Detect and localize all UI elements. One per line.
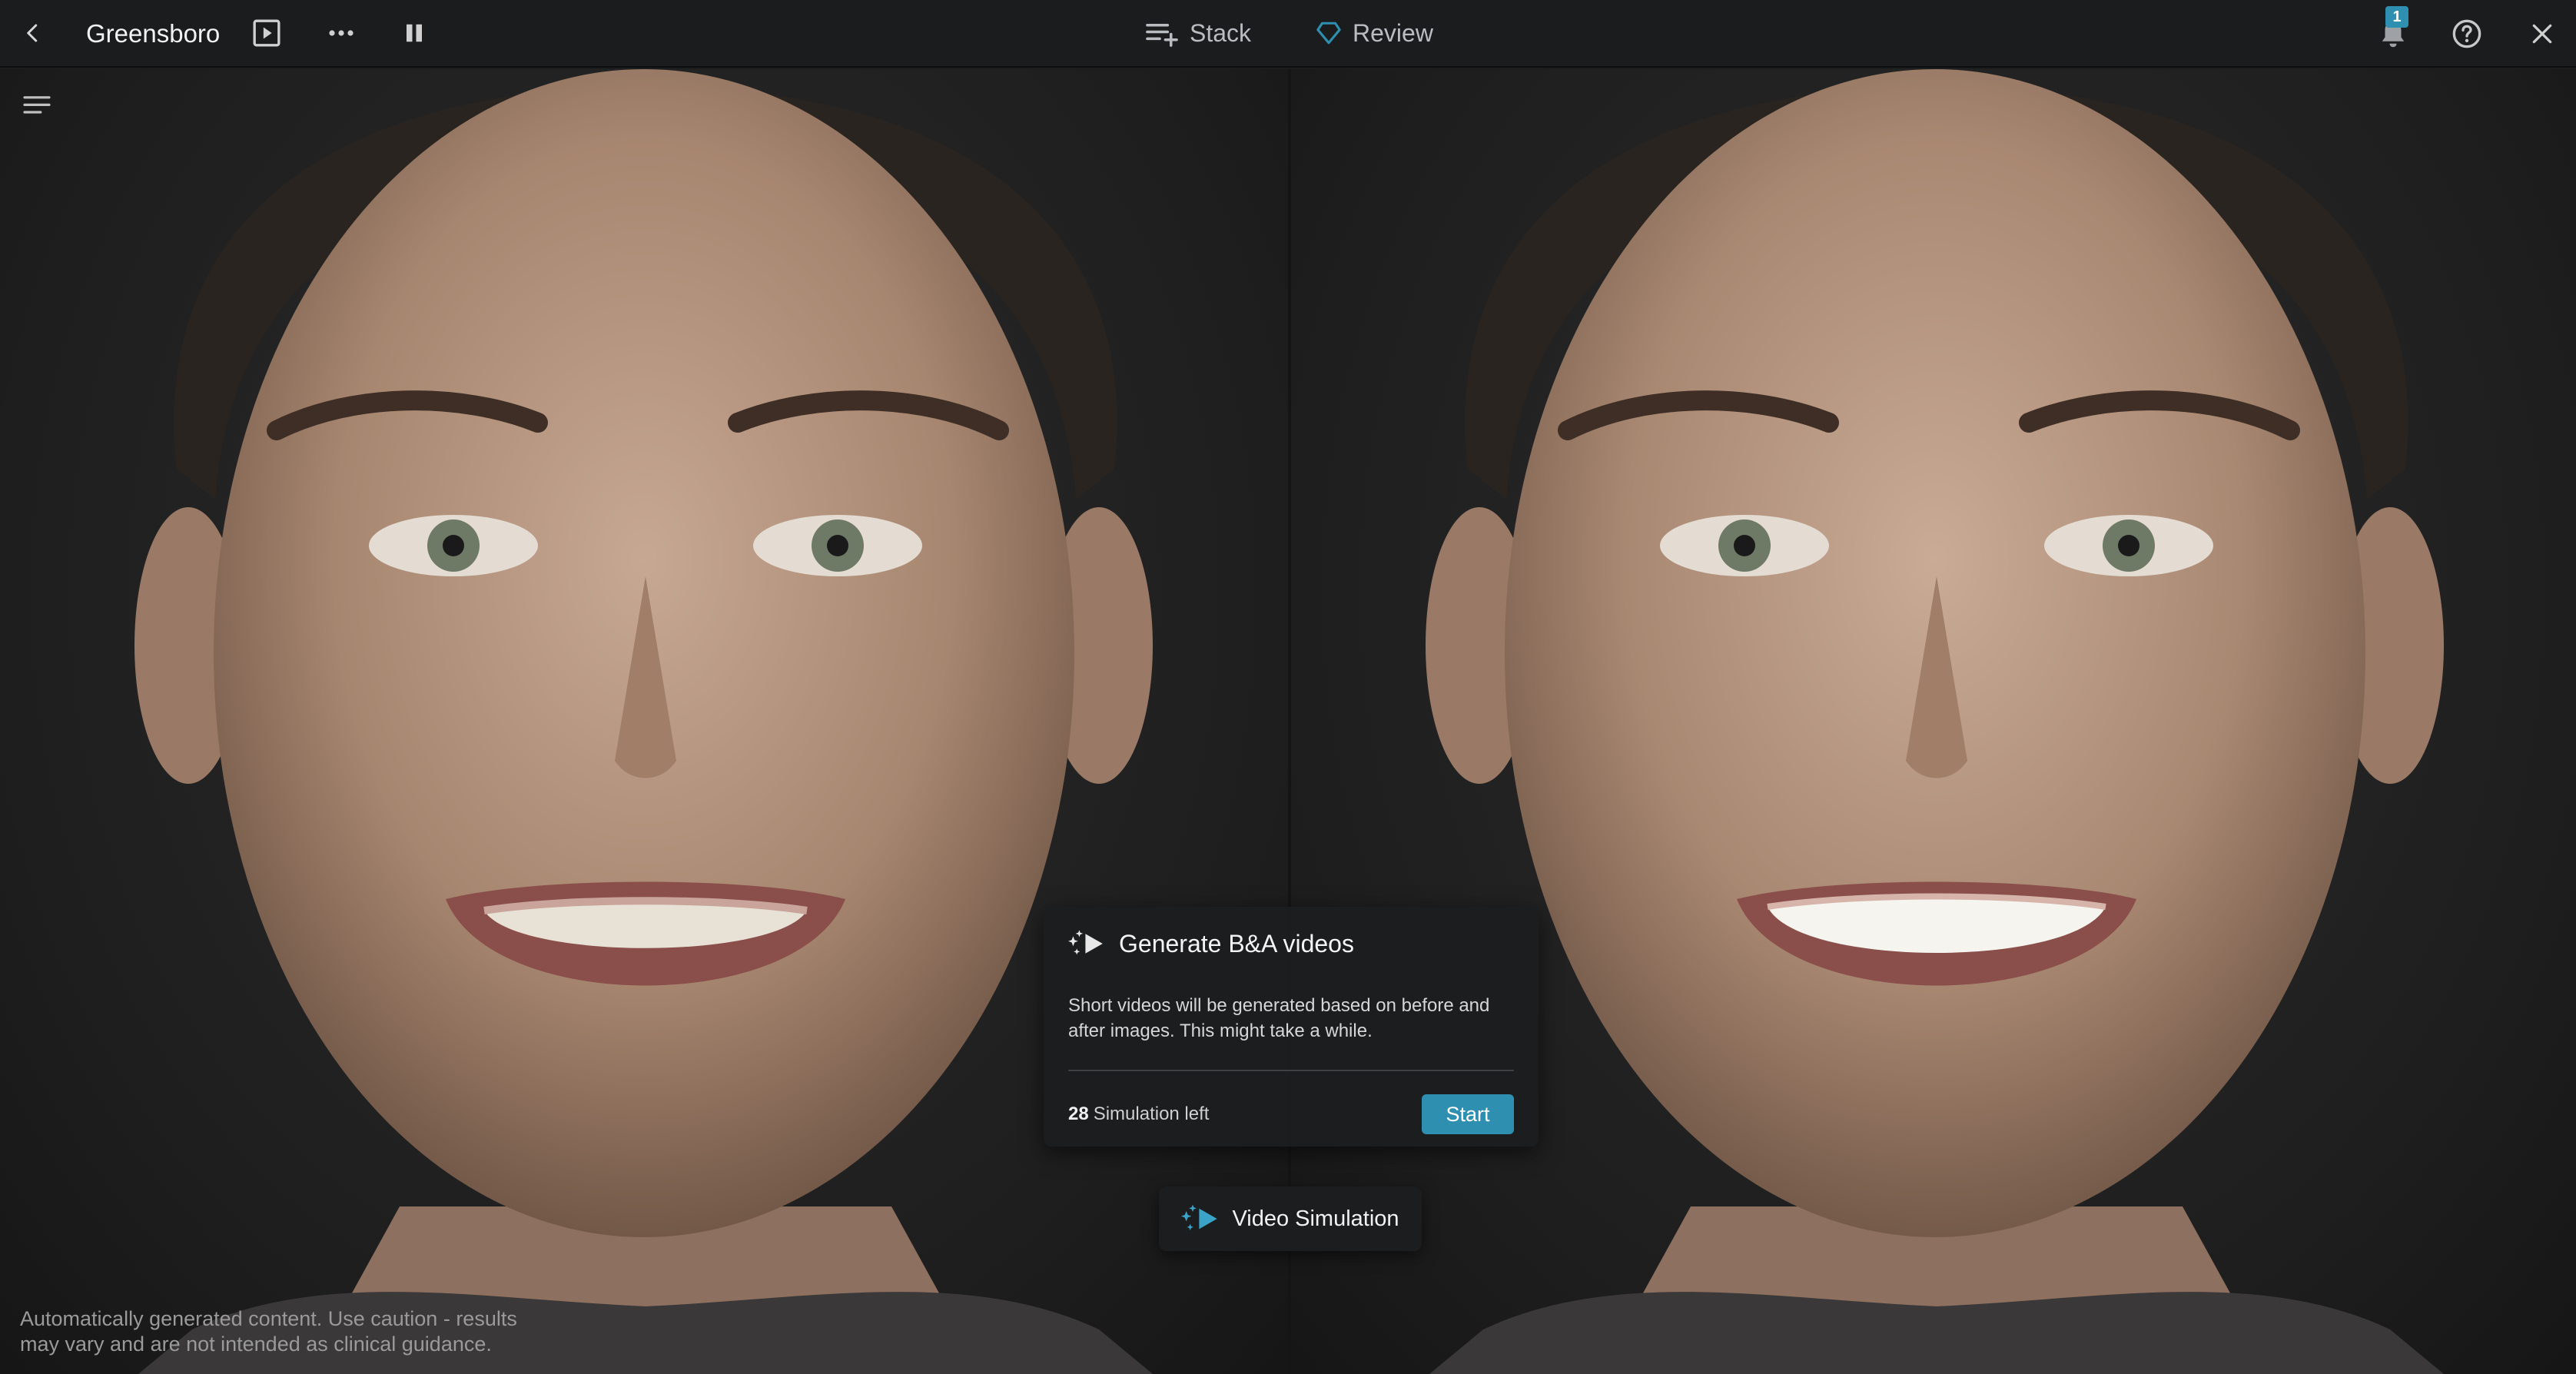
start-button[interactable]: Start	[1422, 1094, 1514, 1134]
pause-icon	[407, 24, 422, 42]
panel-footer: 28 Simulation left Start	[1068, 1094, 1514, 1134]
close-button[interactable]	[2522, 14, 2562, 54]
panel-divider	[1068, 1070, 1514, 1071]
stack-button[interactable]: Stack	[1145, 14, 1251, 52]
help-icon	[2452, 19, 2481, 48]
after-face-illustration	[1426, 69, 2444, 1374]
panel-title: Generate B&A videos	[1119, 929, 1354, 957]
more-button[interactable]	[323, 15, 360, 51]
back-arrow-icon	[27, 24, 38, 42]
top-bar: Greensboro Stack Review 1	[0, 0, 2576, 68]
disclaimer-text: Automatically generated content. Use cau…	[20, 1307, 517, 1356]
comparison-canvas	[0, 69, 2576, 1374]
play-button[interactable]	[249, 15, 284, 51]
review-diamond-icon	[1316, 22, 1341, 45]
play-icon	[253, 19, 281, 47]
notification-badge: 1	[2385, 6, 2408, 28]
simulations-remaining: 28 Simulation left	[1068, 1104, 1209, 1125]
review-button[interactable]: Review	[1316, 14, 1433, 52]
stack-icon	[1146, 23, 1178, 47]
simulation-count: 28	[1068, 1104, 1089, 1124]
help-button[interactable]	[2447, 14, 2487, 54]
sparkle-play-icon	[1181, 1204, 1218, 1230]
video-simulation-label: Video Simulation	[1232, 1206, 1399, 1231]
sparkle-play-icon	[1068, 930, 1103, 955]
before-image	[0, 69, 1288, 1374]
after-image	[1291, 69, 2576, 1374]
panel-description: Short videos will be generated based on …	[1068, 995, 1490, 1041]
generate-videos-panel: Generate B&A videos Short videos will be…	[1044, 907, 1539, 1147]
review-label: Review	[1353, 18, 1433, 47]
menu-lines-icon	[23, 96, 51, 114]
more-icon	[329, 30, 354, 36]
video-simulation-button[interactable]: Video Simulation	[1159, 1186, 1422, 1251]
stack-label: Stack	[1190, 18, 1252, 47]
back-button[interactable]	[15, 15, 51, 51]
panel-header: Generate B&A videos	[1068, 928, 1514, 959]
page-title: Greensboro	[86, 19, 221, 48]
close-icon	[2532, 24, 2552, 44]
simulation-left-label: Simulation left	[1093, 1104, 1210, 1124]
menu-button[interactable]	[22, 94, 57, 124]
pause-button[interactable]	[397, 15, 432, 51]
before-face-illustration	[134, 69, 1153, 1374]
